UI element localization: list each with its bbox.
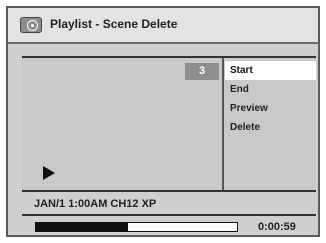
title-bar: Playlist - Scene Delete <box>8 8 318 44</box>
scene-menu: Start End Preview Delete <box>225 61 316 137</box>
page-title: Playlist - Scene Delete <box>50 17 178 31</box>
menu-item-preview[interactable]: Preview <box>225 99 316 118</box>
play-icon <box>43 166 55 180</box>
main-content: 3 Start End Preview Delete <box>22 56 316 192</box>
menu-item-delete[interactable]: Delete <box>225 118 316 137</box>
elapsed-time: 0:00:59 <box>258 221 296 233</box>
menu-item-start[interactable]: Start <box>225 61 316 80</box>
recording-info: JAN/1 1:00AM CH12 XP <box>34 198 157 210</box>
menu-item-end[interactable]: End <box>225 80 316 99</box>
video-preview: 3 <box>22 58 224 190</box>
progress-fill <box>36 223 129 231</box>
divider <box>22 214 316 216</box>
progress-bar <box>35 222 238 232</box>
scene-number-badge: 3 <box>185 63 219 80</box>
disc-icon <box>20 17 42 33</box>
